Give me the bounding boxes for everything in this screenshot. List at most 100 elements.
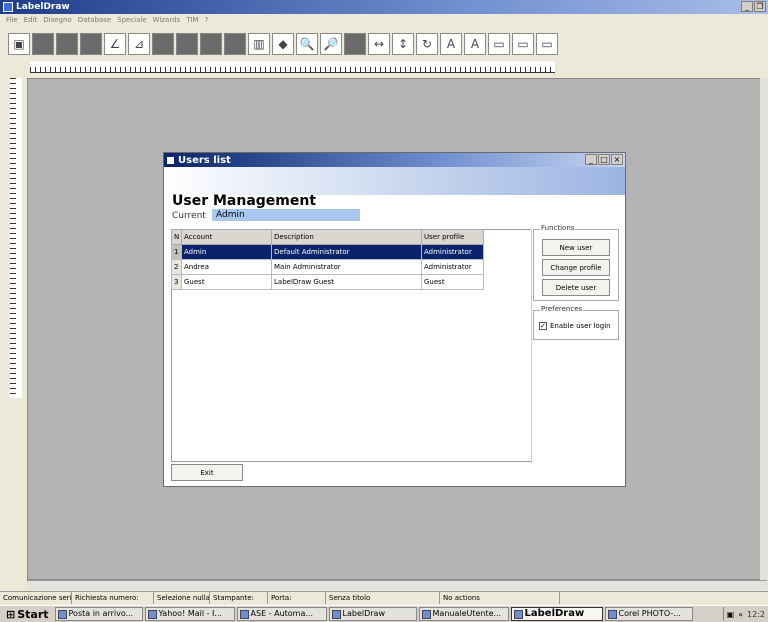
font-smaller-icon[interactable]: A — [440, 33, 462, 55]
grid-toggle-icon[interactable]: ▭ — [512, 33, 534, 55]
tool-square-icon[interactable] — [224, 33, 246, 55]
open-file-icon[interactable]: ▣ — [8, 33, 30, 55]
browser-icon — [147, 609, 157, 619]
zoom-out-icon[interactable]: 🔎 — [320, 33, 342, 55]
restore-icon[interactable]: ❐ — [754, 1, 766, 12]
column-header-n[interactable]: N — [171, 229, 182, 245]
windows-logo-icon: ⊞ — [6, 607, 16, 621]
page-title: User Management — [172, 193, 317, 209]
tool-square-icon[interactable] — [152, 33, 174, 55]
current-user-value: Admin — [212, 209, 360, 221]
app-title: LabelDraw — [16, 2, 70, 12]
functions-group: Functions New user Change profile Delete… — [533, 224, 619, 301]
cell-account: Andrea — [181, 259, 272, 275]
horizontal-scrollbar[interactable] — [27, 580, 767, 590]
dialog-titlebar: Users list _ □ × — [164, 153, 625, 167]
dialog-app-icon — [166, 155, 175, 165]
tool-square-icon[interactable] — [176, 33, 198, 55]
angle-tool-icon[interactable]: ⊿ — [128, 33, 150, 55]
statusbar: Comunicazione seriale OF Richiesta numer… — [0, 591, 768, 604]
tray-app-icon[interactable]: ▣ — [727, 610, 735, 619]
taskbar-item-label: ManualeUtente... — [432, 609, 502, 618]
menu-help[interactable]: ? — [205, 16, 209, 24]
cell-account: Guest — [181, 274, 272, 290]
status-printer: Stampante: — [210, 592, 268, 604]
column-header-user-profile[interactable]: User profile — [421, 229, 484, 245]
line-tool-icon[interactable]: ∠ — [104, 33, 126, 55]
menu-edit[interactable]: Edit — [24, 16, 38, 24]
taskbar-item-ase[interactable]: ASE - Automa... — [236, 607, 327, 621]
taskbar-item-labeldraw-folder[interactable]: LabelDraw — [328, 607, 417, 621]
minimize-icon[interactable]: _ — [741, 1, 753, 12]
system-tray: ▣ « 12:2 — [722, 607, 768, 621]
menu-file[interactable]: File — [6, 16, 18, 24]
status-request-number: Richiesta numero: — [72, 592, 154, 604]
checkbox-checked-icon[interactable]: ✓ — [539, 322, 547, 330]
menu-wizards[interactable]: Wizards — [153, 16, 181, 24]
tool-square-icon[interactable] — [80, 33, 102, 55]
font-larger-icon[interactable]: A — [464, 33, 486, 55]
align-horizontal-icon[interactable]: ↔ — [368, 33, 390, 55]
row-index: 3 — [171, 274, 182, 290]
table-row[interactable]: 1 Admin Default Administrator Administra… — [171, 244, 484, 260]
folder-icon — [331, 609, 341, 619]
taskbar-item-label: Yahoo! Mail - I... — [158, 609, 223, 618]
menu-database[interactable]: Database — [78, 16, 111, 24]
menu-tim[interactable]: TIM — [186, 16, 198, 24]
app-window-controls: _ ❐ — [741, 1, 766, 12]
change-profile-button[interactable]: Change profile — [542, 259, 610, 276]
exit-button[interactable]: Exit — [171, 464, 243, 481]
taskbar: ⊞ Start Posta in arrivo... Yahoo! Mail -… — [0, 605, 768, 622]
start-button[interactable]: ⊞ Start — [2, 608, 53, 621]
status-actions: No actions — [440, 592, 560, 604]
dialog-window-controls: _ □ × — [585, 154, 623, 165]
align-vertical-icon[interactable]: ↕ — [392, 33, 414, 55]
dialog-banner — [164, 167, 625, 195]
cell-description: LabelDraw Guest — [271, 274, 422, 290]
row-index: 2 — [171, 259, 182, 275]
barcode-icon[interactable]: ▥ — [248, 33, 270, 55]
column-header-description[interactable]: Description — [271, 229, 422, 245]
cell-profile: Administrator — [421, 244, 484, 260]
labeldraw-app-icon — [3, 2, 13, 12]
start-label: Start — [17, 607, 49, 621]
table-row[interactable]: 2 Andrea Main Administrator Administrato… — [171, 259, 484, 275]
document-icon — [421, 609, 431, 619]
toolbar: ▣ ∠ ⊿ ▥ ◆ 🔍 🔎 ↔ ↕ ↻ A A ▭ ▭ ▭ — [8, 29, 558, 59]
taskbar-item-yahoo[interactable]: Yahoo! Mail - I... — [144, 607, 235, 621]
tray-expand-icon[interactable]: « — [738, 610, 743, 619]
table-row[interactable]: 3 Guest LabelDraw Guest Guest — [171, 274, 484, 290]
taskbar-item-labeldraw[interactable]: LabelDraw — [510, 607, 603, 621]
maximize-icon[interactable]: □ — [598, 154, 610, 165]
cell-account: Admin — [181, 244, 272, 260]
vertical-ruler — [10, 78, 22, 398]
minimize-icon[interactable]: _ — [585, 154, 597, 165]
taskbar-item-label: LabelDraw — [524, 608, 585, 619]
menu-disegno[interactable]: Disegno — [43, 16, 71, 24]
zoom-in-icon[interactable]: 🔍 — [296, 33, 318, 55]
tool-square-icon[interactable] — [344, 33, 366, 55]
taskbar-item-mail[interactable]: Posta in arrivo... — [54, 607, 143, 621]
shape-tool-icon[interactable]: ◆ — [272, 33, 294, 55]
taskbar-item-label: ASE - Automa... — [250, 609, 313, 618]
vertical-scrollbar[interactable] — [760, 78, 768, 580]
column-header-account[interactable]: Account — [181, 229, 272, 245]
close-icon[interactable]: × — [611, 154, 623, 165]
tool-square-icon[interactable] — [200, 33, 222, 55]
labeldraw-app-icon — [513, 609, 523, 619]
grid-toggle-icon[interactable]: ▭ — [488, 33, 510, 55]
delete-user-button[interactable]: Delete user — [542, 279, 610, 296]
status-port: Porta: — [268, 592, 326, 604]
status-selection: Selezione nulla — [154, 592, 210, 604]
taskbar-item-manual[interactable]: ManualeUtente... — [418, 607, 509, 621]
new-user-button[interactable]: New user — [542, 239, 610, 256]
preferences-group: Preferences ✓ Enable user login — [533, 305, 619, 340]
tool-square-icon[interactable] — [32, 33, 54, 55]
enable-login-checkbox[interactable]: ✓ Enable user login — [539, 322, 611, 330]
taskbar-item-corel[interactable]: Corel PHOTO-... — [604, 607, 693, 621]
users-grid: N Account Description User profile 1 Adm… — [171, 229, 484, 290]
rotate-icon[interactable]: ↻ — [416, 33, 438, 55]
tool-square-icon[interactable] — [56, 33, 78, 55]
grid-toggle-icon[interactable]: ▭ — [536, 33, 558, 55]
menu-speciale[interactable]: Speciale — [117, 16, 147, 24]
